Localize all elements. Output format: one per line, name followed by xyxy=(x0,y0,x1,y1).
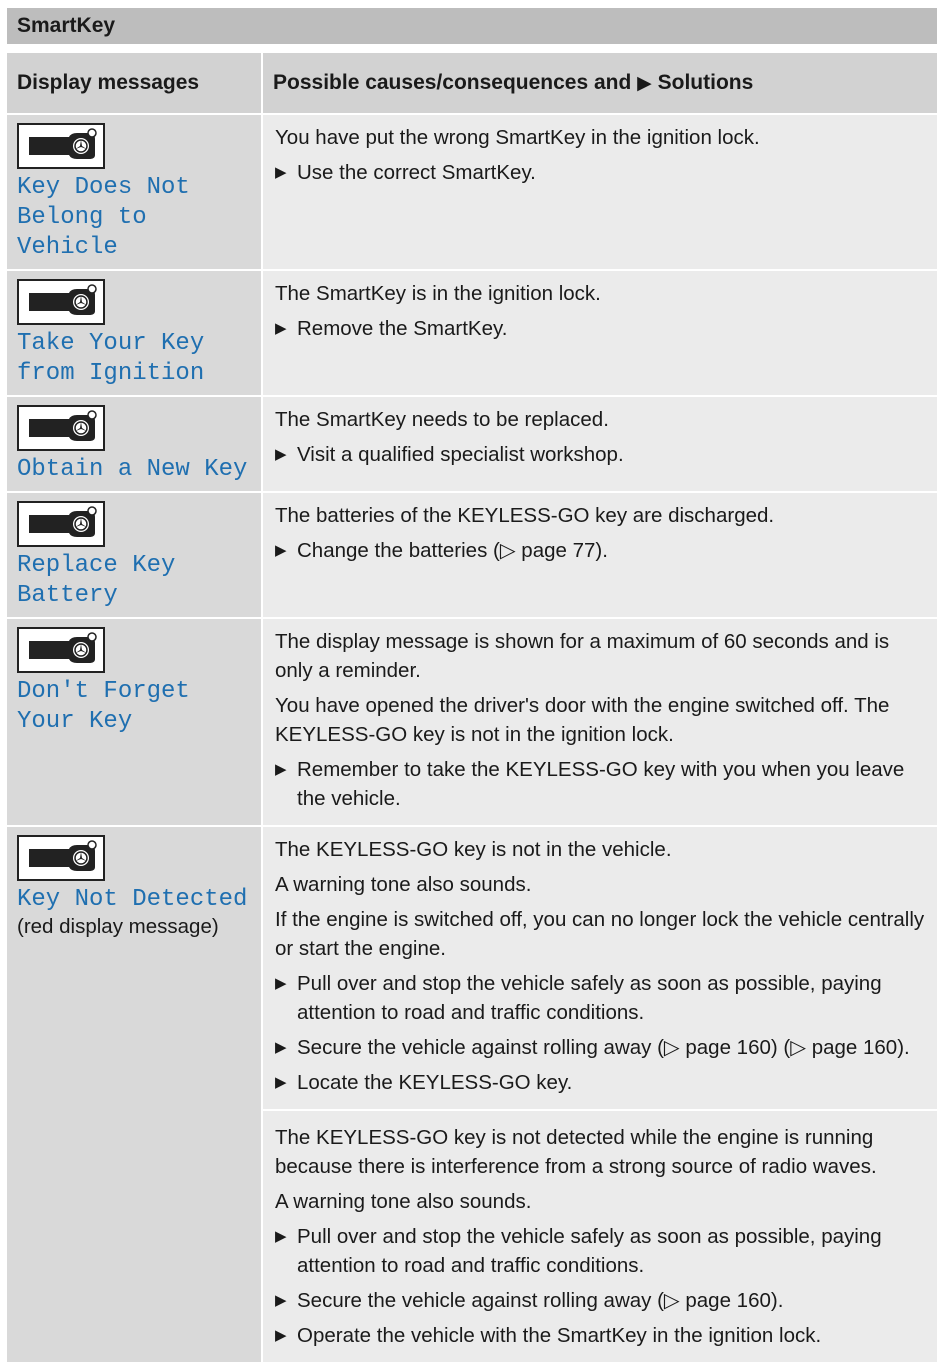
solution-text: Visit a qualified specialist workshop. xyxy=(297,443,624,466)
display-message: Key Does Not Belong to Vehicle xyxy=(17,174,190,261)
cause-text: You have opened the driver's door with t… xyxy=(275,694,890,746)
arrow-right-icon: ▶ xyxy=(275,320,287,337)
table-row: Key Not Detected (red display message) The… xyxy=(7,826,937,1364)
display-message-cell: Key Does Not Belong to Vehicle xyxy=(7,114,263,271)
display-message: Take Your Key from Ignition xyxy=(17,330,205,387)
causes-cell: The KEYLESS-GO key is not in the vehicle… xyxy=(262,826,937,1111)
header-causes: Possible causes/consequences and ▶ Solut… xyxy=(262,53,937,115)
arrow-right-icon: ▶ xyxy=(275,1228,287,1245)
arrow-right-icon: ▶ xyxy=(275,446,287,463)
table-row: Don't Forget Your Key The display message… xyxy=(7,618,937,827)
solution-text: Pull over and stop the vehicle safely as… xyxy=(297,972,882,1024)
smartkey-icon xyxy=(17,835,105,881)
display-message: Obtain a New Key xyxy=(17,456,248,483)
causes-cell: The SmartKey needs to be replaced. ▶ Visit… xyxy=(262,396,937,493)
arrow-right-icon: ▶ xyxy=(275,1327,287,1344)
causes-cell: The display message is shown for a maxim… xyxy=(262,618,937,827)
arrow-right-icon: ▶ xyxy=(275,1292,287,1309)
table-row: Obtain a New Key The SmartKey needs to be… xyxy=(7,396,937,493)
display-messages-table: Display messages Possible causes/consequ… xyxy=(7,53,937,1364)
smartkey-icon xyxy=(17,279,105,325)
cause-text: The KEYLESS-GO key is not detected while… xyxy=(275,1126,877,1178)
display-message-cell: Take Your Key from Ignition xyxy=(7,270,263,397)
cause-text: You have put the wrong SmartKey in the i… xyxy=(275,126,760,149)
table-row: Key Does Not Belong to Vehicle You have p… xyxy=(7,114,937,271)
page: SmartKey Display messages Possible cause… xyxy=(7,8,937,1364)
solution-text: Operate the vehicle with the SmartKey in… xyxy=(297,1324,822,1347)
header-causes-prefix: Possible causes/consequences and xyxy=(273,71,632,94)
cause-text: The batteries of the KEYLESS-GO key are … xyxy=(275,504,775,527)
smartkey-icon xyxy=(17,627,105,673)
cause-text: If the engine is switched off, you can n… xyxy=(275,908,925,960)
solution-step: ▶ Remember to take the KEYLESS-GO key wit… xyxy=(275,755,931,813)
section-title: SmartKey xyxy=(7,8,937,44)
table-header-row: Display messages Possible causes/consequ… xyxy=(7,53,937,115)
display-message-cell: Replace Key Battery xyxy=(7,492,263,619)
display-message: Don't Forget Your Key xyxy=(17,678,190,735)
cause-text: The SmartKey is in the ignition lock. xyxy=(275,282,601,305)
solution-step: ▶ Operate the vehicle with the SmartKey i… xyxy=(275,1321,931,1350)
cause-text: The SmartKey needs to be replaced. xyxy=(275,408,609,431)
cause-text: The KEYLESS-GO key is not in the vehicle… xyxy=(275,838,672,861)
arrow-right-icon: ▶ xyxy=(637,73,652,94)
table-body: Key Does Not Belong to Vehicle You have p… xyxy=(7,114,937,1364)
solution-text: Use the correct SmartKey. xyxy=(297,161,536,184)
solution-step: ▶ Use the correct SmartKey. xyxy=(275,158,931,187)
table-row: Take Your Key from Ignition The SmartKey … xyxy=(7,270,937,397)
table-row: Replace Key Battery The batteries of the … xyxy=(7,492,937,619)
smartkey-icon xyxy=(17,405,105,451)
arrow-right-icon: ▶ xyxy=(275,542,287,559)
display-message-cell: Key Not Detected (red display message) xyxy=(7,826,263,1364)
arrow-right-icon: ▶ xyxy=(275,1039,287,1056)
arrow-right-icon: ▶ xyxy=(275,975,287,992)
solution-step: ▶ Pull over and stop the vehicle safely a… xyxy=(275,969,931,1027)
arrow-right-icon: ▶ xyxy=(275,1074,287,1091)
display-message-note: (red display message) xyxy=(17,915,219,938)
solution-step: ▶ Change the batteries (▷ page 77). xyxy=(275,536,931,565)
arrow-right-icon: ▶ xyxy=(275,761,287,778)
causes-cell: The KEYLESS-GO key is not detected while… xyxy=(262,1109,937,1364)
solution-step: ▶ Locate the KEYLESS-GO key. xyxy=(275,1068,931,1097)
solution-step: ▶ Remove the SmartKey. xyxy=(275,314,931,343)
cause-text: A warning tone also sounds. xyxy=(275,873,532,896)
solution-step: ▶ Pull over and stop the vehicle safely a… xyxy=(275,1222,931,1280)
causes-cell: You have put the wrong SmartKey in the i… xyxy=(262,114,937,271)
display-message: Replace Key Battery xyxy=(17,552,176,609)
solution-text: Locate the KEYLESS-GO key. xyxy=(297,1071,573,1094)
header-display-messages: Display messages xyxy=(7,53,263,115)
solution-text: Change the batteries (▷ page 77). xyxy=(297,539,608,562)
solution-step: ▶ Secure the vehicle against rolling away… xyxy=(275,1033,931,1062)
cause-text: A warning tone also sounds. xyxy=(275,1190,532,1213)
solution-text: Remove the SmartKey. xyxy=(297,317,508,340)
display-message-cell: Don't Forget Your Key xyxy=(7,618,263,827)
solution-step: ▶ Visit a qualified specialist workshop. xyxy=(275,440,931,469)
arrow-right-icon: ▶ xyxy=(275,164,287,181)
causes-cell: The batteries of the KEYLESS-GO key are … xyxy=(262,492,937,619)
solution-text: Secure the vehicle against rolling away … xyxy=(297,1036,910,1059)
solution-text: Pull over and stop the vehicle safely as… xyxy=(297,1225,882,1277)
smartkey-icon xyxy=(17,501,105,547)
display-message-cell: Obtain a New Key xyxy=(7,396,263,493)
solution-text: Secure the vehicle against rolling away … xyxy=(297,1289,784,1312)
solution-text: Remember to take the KEYLESS-GO key with… xyxy=(297,758,905,810)
smartkey-icon xyxy=(17,123,105,169)
header-causes-suffix: Solutions xyxy=(657,71,754,94)
causes-cell: The SmartKey is in the ignition lock. ▶ Re… xyxy=(262,270,937,397)
solution-step: ▶ Secure the vehicle against rolling away… xyxy=(275,1286,931,1315)
display-message: Key Not Detected xyxy=(17,886,248,913)
cause-text: The display message is shown for a maxim… xyxy=(275,630,890,682)
